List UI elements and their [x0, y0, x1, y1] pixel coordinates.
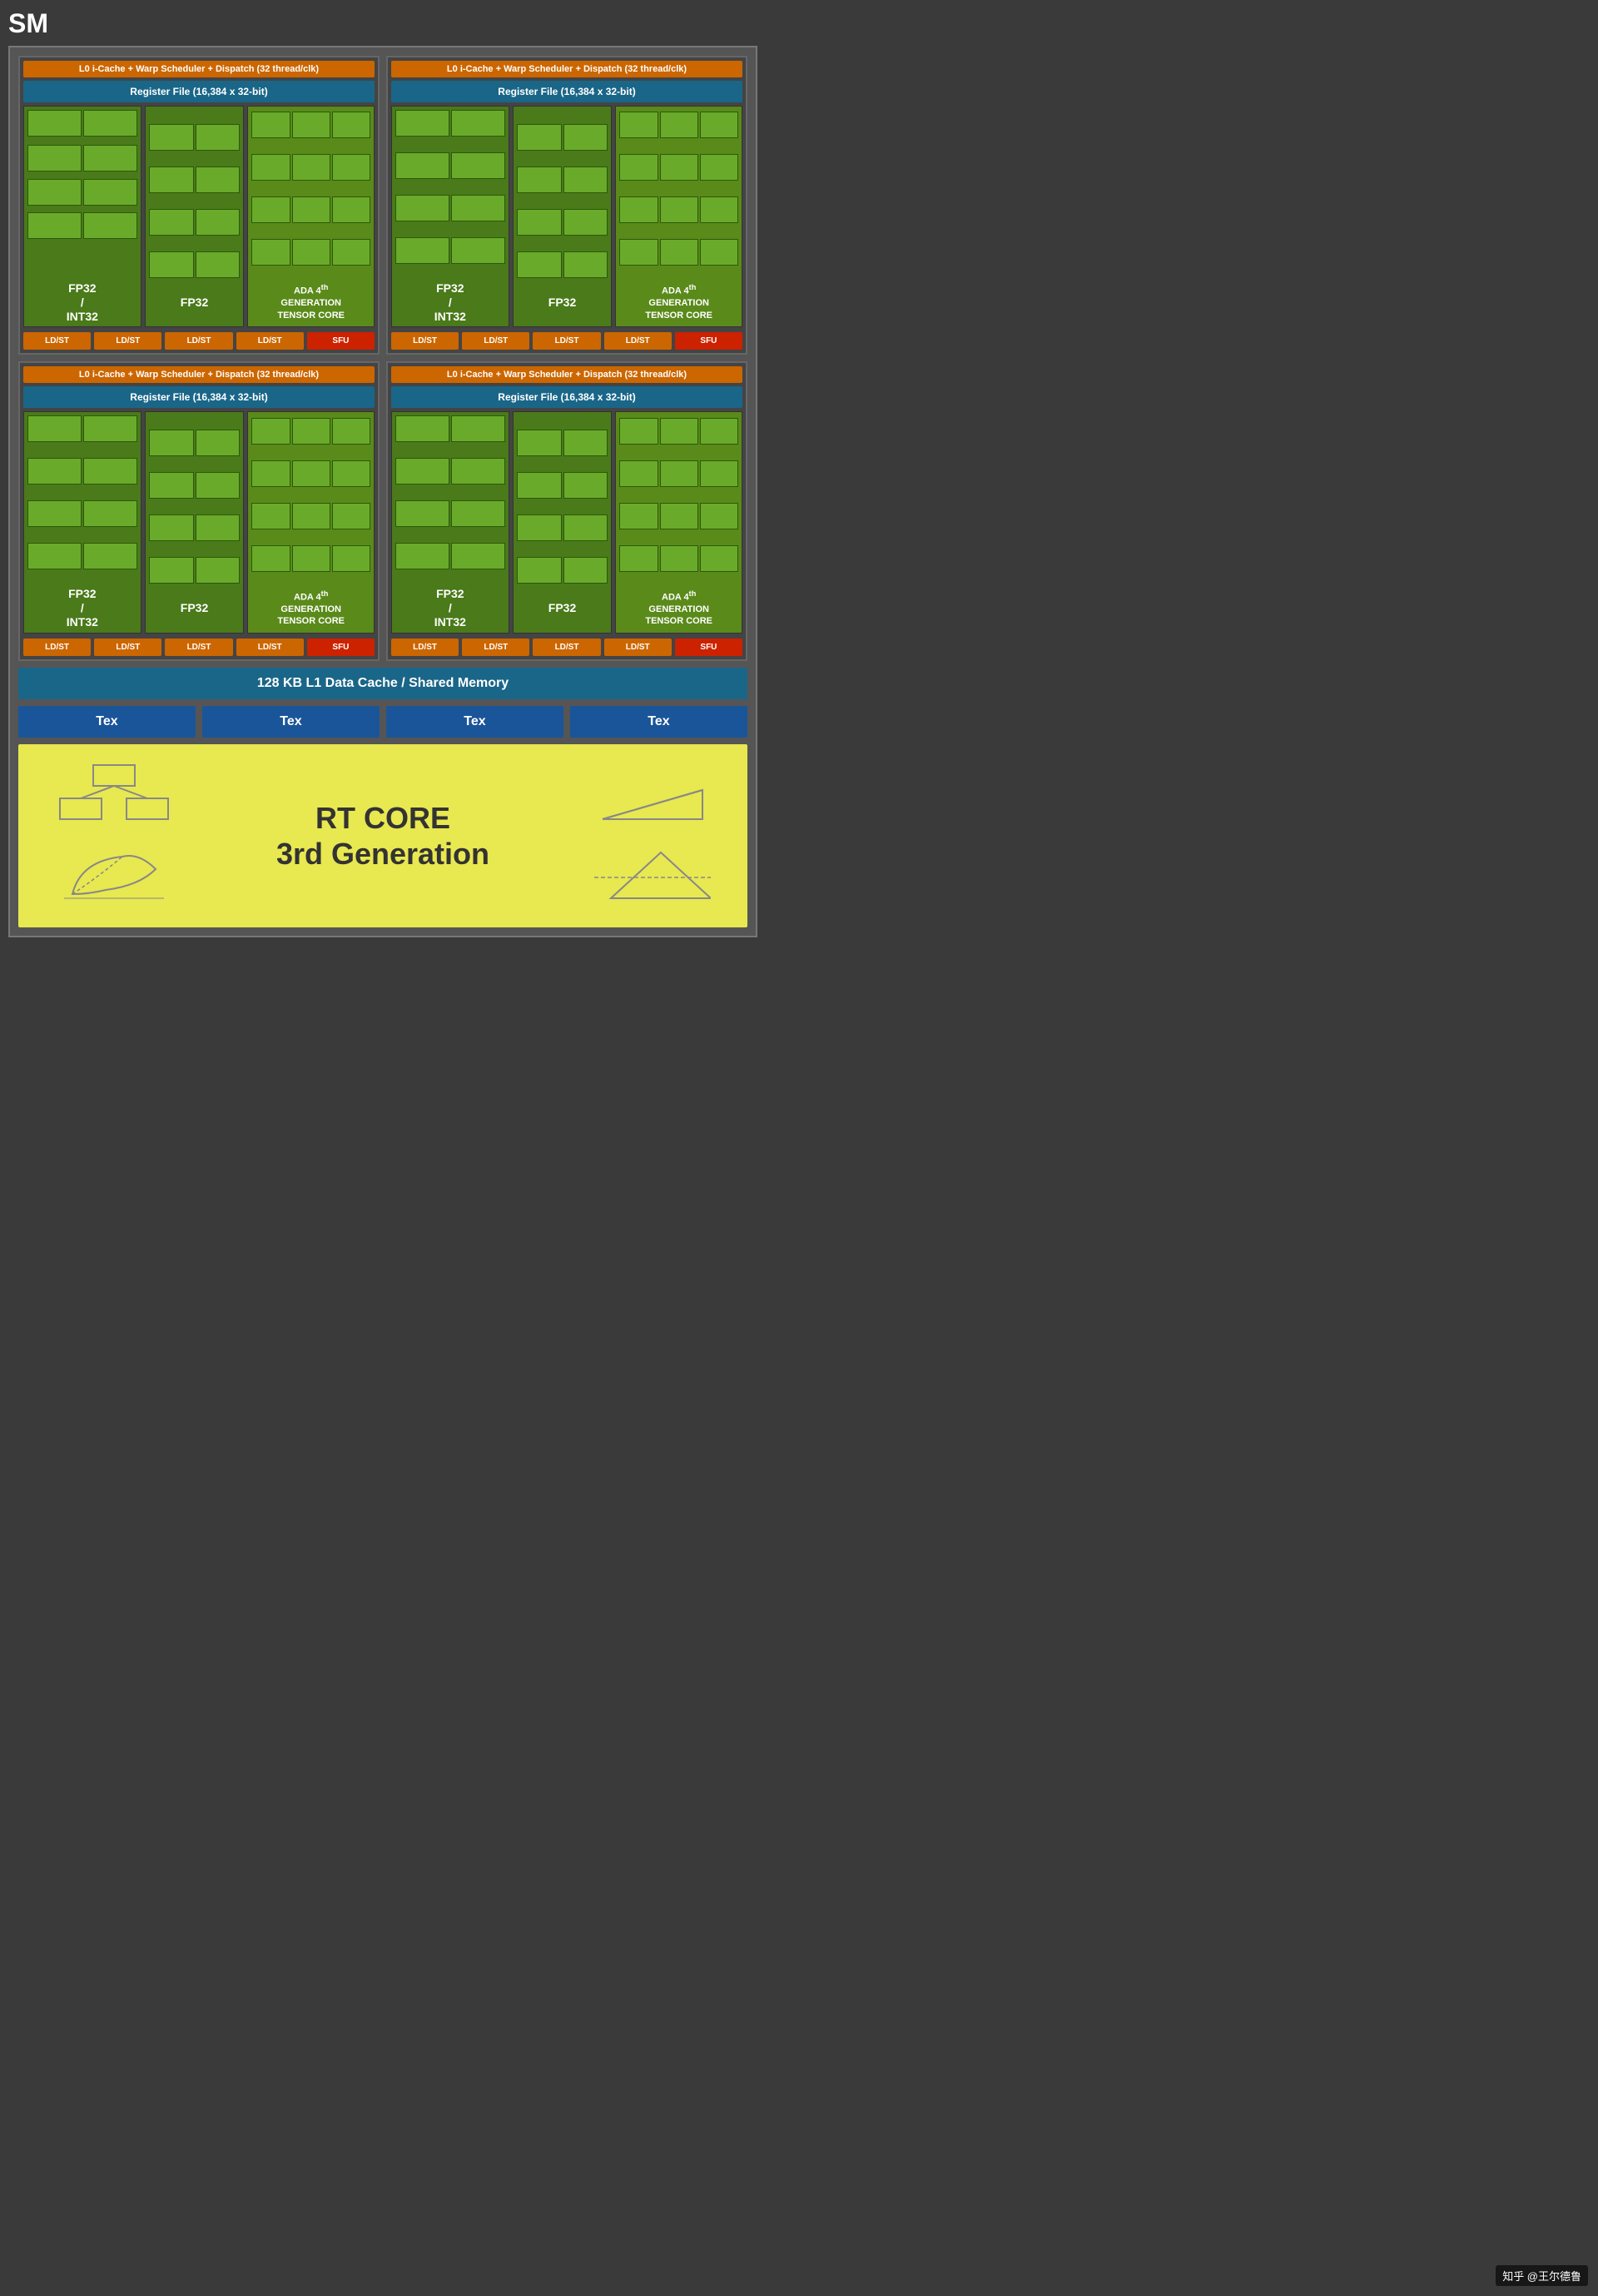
- triangle-icon: [594, 761, 711, 836]
- tex-3: Tex: [386, 706, 563, 738]
- tensor-br: ADA 4thGENERATIONTENSOR CORE: [615, 411, 742, 633]
- bottom-bar-tr: LD/ST LD/ST LD/ST LD/ST SFU: [391, 332, 742, 350]
- tensor-tl: ADA 4thGENERATIONTENSOR CORE: [247, 106, 375, 327]
- ldst-br-4: LD/ST: [604, 639, 672, 656]
- core-area-br: FP32/INT32: [391, 411, 742, 633]
- register-file-bar-br: Register File (16,384 x 32-bit): [391, 386, 742, 408]
- ldst-tl-3: LD/ST: [165, 332, 232, 350]
- warp-scheduler-bar-bl: L0 i-Cache + Warp Scheduler + Dispatch (…: [23, 366, 375, 383]
- rt-core-text: RT CORE 3rd Generation: [209, 800, 557, 872]
- ldst-br-2: LD/ST: [462, 639, 529, 656]
- quad-row-top: L0 i-Cache + Warp Scheduler + Dispatch (…: [18, 56, 747, 355]
- fp32-int32-label-bl: FP32/INT32: [67, 587, 98, 629]
- leaf-icon: [56, 844, 172, 911]
- ldst-bl-2: LD/ST: [94, 639, 161, 656]
- tex-4: Tex: [570, 706, 747, 738]
- fp32-int32-br: FP32/INT32: [391, 411, 509, 633]
- ldst-br-3: LD/ST: [533, 639, 600, 656]
- tensor-bl: ADA 4thGENERATIONTENSOR CORE: [247, 411, 375, 633]
- sm-label: SM: [8, 8, 48, 39]
- rt-core-title: RT CORE: [209, 800, 557, 836]
- fp32-int32-label-br: FP32/INT32: [434, 587, 466, 629]
- fp32-br: FP32: [513, 411, 613, 633]
- tensor-label-br: ADA 4thGENERATIONTENSOR CORE: [645, 589, 712, 628]
- bottom-bar-tl: LD/ST LD/ST LD/ST LD/ST SFU: [23, 332, 375, 350]
- bottom-bar-br: LD/ST LD/ST LD/ST LD/ST SFU: [391, 639, 742, 656]
- tensor-label-tl: ADA 4thGENERATIONTENSOR CORE: [277, 283, 345, 321]
- fp32-tr: FP32: [513, 106, 613, 327]
- fp32-int32-bl: FP32/INT32: [23, 411, 141, 633]
- sfu-tl: SFU: [307, 332, 375, 350]
- tex-row: Tex Tex Tex Tex: [18, 706, 747, 738]
- sub-unit-top-left: L0 i-Cache + Warp Scheduler + Dispatch (…: [18, 56, 380, 355]
- bottom-bar-bl: LD/ST LD/ST LD/ST LD/ST SFU: [23, 639, 375, 656]
- sm-container: L0 i-Cache + Warp Scheduler + Dispatch (…: [8, 46, 757, 937]
- fp32-int32-tl: FP32/INT32: [23, 106, 141, 327]
- register-file-bar-bl: Register File (16,384 x 32-bit): [23, 386, 375, 408]
- warp-scheduler-bar-br: L0 i-Cache + Warp Scheduler + Dispatch (…: [391, 366, 742, 383]
- fp32-label-br: FP32: [548, 601, 576, 615]
- fp32-label-bl: FP32: [181, 601, 208, 615]
- fp32-bl: FP32: [145, 411, 245, 633]
- rt-core-icon-right: [565, 761, 739, 911]
- ldst-tl-1: LD/ST: [23, 332, 91, 350]
- ldst-bl-1: LD/ST: [23, 639, 91, 656]
- tensor-label-bl: ADA 4thGENERATIONTENSOR CORE: [277, 589, 345, 628]
- core-area-tl: FP32/INT32: [23, 106, 375, 327]
- sub-unit-top-right: L0 i-Cache + Warp Scheduler + Dispatch (…: [386, 56, 747, 355]
- sfu-bl: SFU: [307, 639, 375, 656]
- fp32-int32-label-tl: FP32/INT32: [67, 281, 98, 323]
- fp32-tl: FP32: [145, 106, 245, 327]
- watermark: 知乎 @王尔德鲁: [1496, 2265, 1588, 2286]
- tensor-tr: ADA 4thGENERATIONTENSOR CORE: [615, 106, 742, 327]
- tensor-label-tr: ADA 4thGENERATIONTENSOR CORE: [645, 283, 712, 321]
- tex-2: Tex: [202, 706, 380, 738]
- rt-core-subtitle: 3rd Generation: [209, 836, 557, 872]
- tex-1: Tex: [18, 706, 196, 738]
- rt-core-section: RT CORE 3rd Generation: [18, 744, 747, 927]
- sfu-tr: SFU: [675, 332, 742, 350]
- core-area-tr: FP32/INT32: [391, 106, 742, 327]
- fp32-int32-label-tr: FP32/INT32: [434, 281, 466, 323]
- ray-icon: [594, 844, 711, 911]
- ldst-tr-1: LD/ST: [391, 332, 459, 350]
- ldst-tr-3: LD/ST: [533, 332, 600, 350]
- fp32-label-tl: FP32: [181, 296, 208, 310]
- fp32-label-tr: FP32: [548, 296, 576, 310]
- fp32-int32-tr: FP32/INT32: [391, 106, 509, 327]
- sub-unit-bottom-left: L0 i-Cache + Warp Scheduler + Dispatch (…: [18, 361, 380, 660]
- sfu-br: SFU: [675, 639, 742, 656]
- warp-scheduler-bar-tr: L0 i-Cache + Warp Scheduler + Dispatch (…: [391, 61, 742, 77]
- core-area-bl: FP32/INT32: [23, 411, 375, 633]
- ldst-tl-4: LD/ST: [236, 332, 304, 350]
- warp-scheduler-bar-tl: L0 i-Cache + Warp Scheduler + Dispatch (…: [23, 61, 375, 77]
- ldst-tr-4: LD/ST: [604, 332, 672, 350]
- ldst-br-1: LD/ST: [391, 639, 459, 656]
- register-file-bar-tr: Register File (16,384 x 32-bit): [391, 81, 742, 102]
- rt-core-icon-left: [27, 761, 201, 911]
- ldst-tl-2: LD/ST: [94, 332, 161, 350]
- sub-unit-bottom-right: L0 i-Cache + Warp Scheduler + Dispatch (…: [386, 361, 747, 660]
- ldst-bl-3: LD/ST: [165, 639, 232, 656]
- bvh-icon: [56, 761, 172, 836]
- ldst-tr-2: LD/ST: [462, 332, 529, 350]
- ldst-bl-4: LD/ST: [236, 639, 304, 656]
- quad-row-bottom: L0 i-Cache + Warp Scheduler + Dispatch (…: [18, 361, 747, 660]
- l1-cache-bar: 128 KB L1 Data Cache / Shared Memory: [18, 668, 747, 699]
- register-file-bar-tl: Register File (16,384 x 32-bit): [23, 81, 375, 102]
